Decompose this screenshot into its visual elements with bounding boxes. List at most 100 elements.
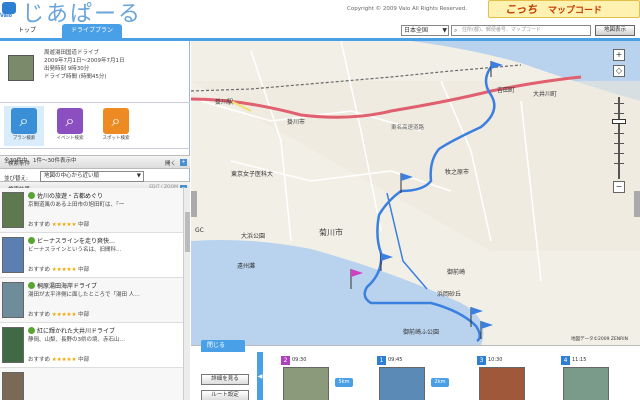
mode-spot-search[interactable]: ⌕ スポット検索: [96, 106, 136, 146]
map-canvas[interactable]: [191, 41, 640, 345]
map-label: 御前崎: [447, 269, 466, 276]
spot-photo[interactable]: [479, 367, 525, 400]
search-icon: ⌕: [454, 27, 458, 34]
item-rating: おすすめ ★★★★★ 中部: [28, 222, 90, 228]
list-item[interactable]: [0, 368, 183, 400]
spot-time: 11:15: [572, 357, 587, 363]
spot-number: 1: [377, 356, 386, 365]
conditions-open-link[interactable]: 開く: [165, 159, 176, 167]
spot-time: 10:30: [488, 357, 503, 363]
route-title[interactable]: 周遊湯田国道ドライブ: [44, 49, 125, 57]
spot-card[interactable]: 3 10:30: [477, 356, 547, 400]
item-rating: おすすめ ★★★★★ 中部: [28, 357, 90, 363]
item-description: 湯田が太平洋側に面したところで「湯田 人…: [28, 292, 140, 298]
banner-big-text: マップコード: [548, 6, 603, 16]
item-title[interactable]: 桐原湯田海岸ドライブ: [28, 281, 97, 290]
search-input[interactable]: ⌕ 住所(都)、郵便番号、マップコード: [451, 25, 591, 36]
map-copyright: 地図データ©2009 ZENRIN: [571, 337, 628, 342]
zoom-tick: [614, 163, 624, 164]
mode-event-search[interactable]: ⌕ イベント検索: [50, 106, 90, 146]
chevron-down-icon: ▼: [442, 27, 447, 34]
spot-number: 2: [281, 356, 290, 365]
route-details: 周遊湯田国道ドライブ 2009年7月1日〜2009年7月1日 出発時刻 9時30…: [44, 49, 125, 81]
region-select[interactable]: 日本全国 ▼: [401, 25, 449, 36]
zoom-tick: [614, 133, 624, 134]
result-count: 全30件中、1件〜30件表示中: [4, 158, 77, 164]
logo-sub: Vaio: [0, 13, 13, 19]
item-rating: おすすめ ★★★★★ 中部: [28, 312, 90, 318]
spot-photo[interactable]: [379, 367, 425, 400]
spot-distance: 5km: [335, 378, 353, 387]
item-thumbnail[interactable]: [2, 237, 24, 273]
item-description: 静岡、山梨、長野の3県の境、赤石山…: [28, 337, 126, 343]
pan-button[interactable]: ◇: [613, 65, 625, 77]
event-search-icon: ⌕: [57, 108, 83, 134]
map-collapse-left[interactable]: [191, 191, 197, 217]
banner-small-text: こっち: [505, 3, 538, 16]
spot-search-icon: ⌕: [103, 108, 129, 134]
strip-close-tab[interactable]: 閉じる: [201, 340, 245, 352]
map-label: 吉田町: [497, 87, 516, 94]
item-thumbnail[interactable]: [2, 282, 24, 318]
route-duration: ドライブ時間 (時間45分): [44, 74, 107, 80]
map-display-button[interactable]: 地図表示: [595, 25, 635, 36]
item-title[interactable]: 紅に輝かれた大井川ドライブ: [28, 326, 115, 335]
tab-drive-plan[interactable]: ドライブプラン: [62, 24, 122, 38]
drive-badge-icon: [28, 327, 35, 334]
item-thumbnail[interactable]: [2, 327, 24, 363]
spot-distance: 2km: [431, 378, 449, 387]
list-item[interactable]: 佐川の旅遊・古都めぐり 京間道風のある上田市の旭田町は、「一 おすすめ ★★★★…: [0, 188, 183, 233]
sort-label: 並び替え:: [4, 176, 28, 182]
spot-number: 3: [477, 356, 486, 365]
spot-photo[interactable]: [283, 367, 329, 400]
spot-card[interactable]: 1 09:45 2km: [377, 356, 449, 400]
item-thumbnail[interactable]: [2, 372, 24, 400]
zoom-tick: [614, 143, 624, 144]
mode-event-label: イベント検索: [56, 136, 84, 141]
zoom-control: + ◇ −: [609, 47, 629, 193]
item-title[interactable]: ビーナスラインを走り爽快…: [28, 236, 115, 245]
detail-button[interactable]: 詳細を見る: [201, 374, 249, 385]
star-rating-icon: ★★★★★: [51, 357, 77, 363]
header: Vaio じあぱーる Copyright © 2009 Vaio All Rig…: [0, 0, 640, 38]
map-label: 掛川駅: [215, 99, 234, 106]
scrollbar-thumb[interactable]: [185, 212, 190, 252]
spot-time: 09:30: [292, 357, 307, 363]
tab-top[interactable]: トップ: [4, 24, 50, 38]
map-view[interactable]: 掛川駅 掛川市 東名高速道路 吉田町 大井川町 牧之原市 東京女子医科大 菊川市…: [191, 41, 640, 345]
spot-card[interactable]: 4 11:15: [561, 356, 631, 400]
sort-select[interactable]: 地図の中心から近い順 ▼: [40, 171, 144, 182]
map-label: 菊川市: [319, 228, 343, 237]
item-description: 京間道風のある上田市の旭田町は、「一: [28, 202, 125, 208]
map-label: 浜岡砂丘: [437, 291, 462, 298]
mode-plan-label: プラン検索: [12, 136, 36, 141]
route-settings-button[interactable]: ルート設定: [201, 390, 249, 400]
zoom-out-button[interactable]: −: [613, 181, 625, 193]
map-label: 御前崎ふ公園: [403, 329, 440, 336]
strip-prev-arrow[interactable]: ◀: [257, 352, 263, 400]
item-thumbnail[interactable]: [2, 192, 24, 228]
zoom-tick: [614, 103, 624, 104]
list-item[interactable]: 桐原湯田海岸ドライブ 湯田が太平洋側に面したところで「湯田 人… おすすめ ★★…: [0, 278, 183, 323]
list-item[interactable]: 紅に輝かれた大井川ドライブ 静岡、山梨、長野の3県の境、赤石山… おすすめ ★★…: [0, 323, 183, 368]
spot-photo[interactable]: [563, 367, 609, 400]
route-info: 周遊湯田国道ドライブ 2009年7月1日〜2009年7月1日 出発時刻 9時30…: [0, 41, 190, 103]
item-title[interactable]: 佐川の旅遊・古都めぐり: [28, 191, 103, 200]
spot-strip: 閉じる 詳細を見る ルート設定 ◀ 2 09:30 5km 1 09:45 2k…: [191, 340, 640, 400]
spot-card[interactable]: 2 09:30 5km: [281, 356, 353, 400]
result-list: 佐川の旅遊・古都めぐり 京間道風のある上田市の旭田町は、「一 おすすめ ★★★★…: [0, 188, 190, 400]
map-label: GC: [195, 227, 204, 234]
map-collapse-right[interactable]: [634, 191, 640, 217]
mode-plan-search[interactable]: ⌕ プラン検索: [4, 106, 44, 146]
region-value: 日本全国: [404, 27, 429, 34]
plus-icon[interactable]: +: [180, 159, 187, 166]
drive-badge-icon: [28, 192, 35, 199]
item-rating: おすすめ ★★★★★ 中部: [28, 267, 90, 273]
drive-badge-icon: [28, 282, 35, 289]
chevron-down-icon: ▼: [136, 173, 141, 179]
zoom-in-button[interactable]: +: [613, 49, 625, 61]
zoom-slider-track[interactable]: [618, 97, 620, 179]
zoom-slider-knob[interactable]: [612, 119, 626, 124]
result-scrollbar[interactable]: [183, 188, 190, 400]
list-item[interactable]: ビーナスラインを走り爽快… ビーナスラインという名は、旧間科… おすすめ ★★★…: [0, 233, 183, 278]
